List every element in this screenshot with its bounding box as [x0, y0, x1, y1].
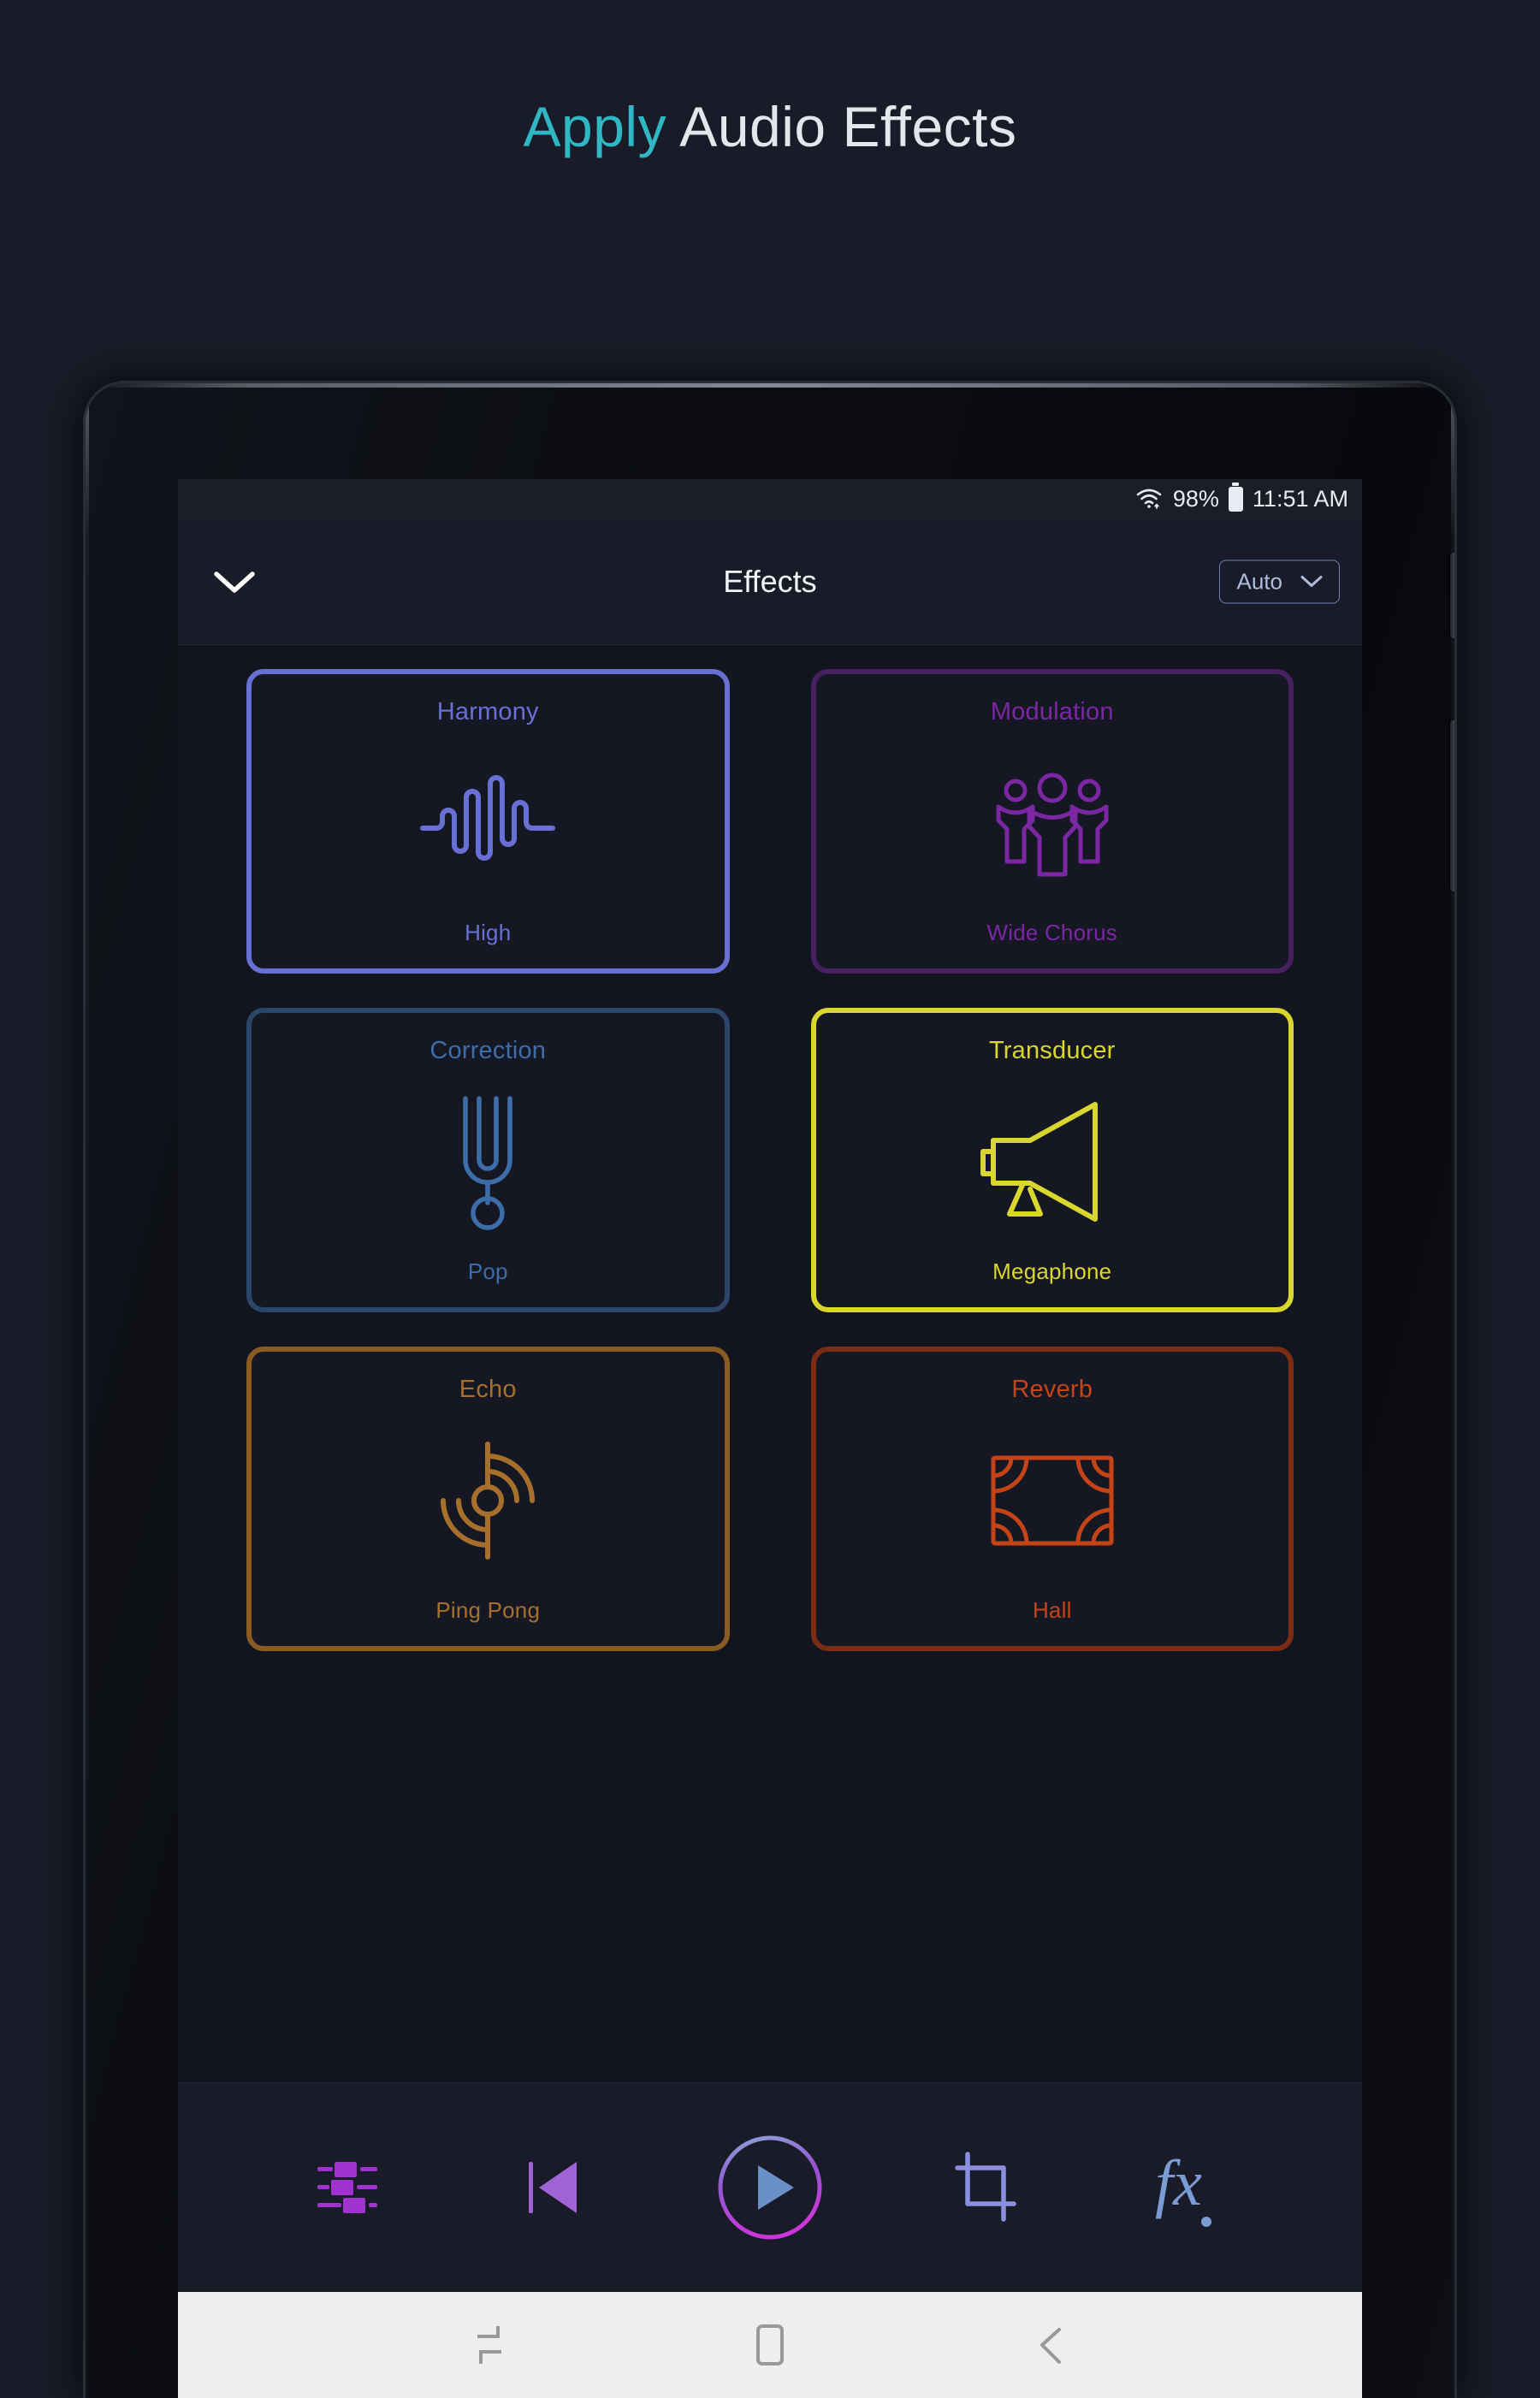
tablet-device: 98% 11:51 AM Effects Auto Harmony High M…	[86, 383, 1454, 2398]
page-title-rest: Audio Effects	[666, 95, 1017, 158]
effect-card-harmony[interactable]: Harmony High	[246, 669, 730, 974]
effect-preset: Hall	[1032, 1597, 1072, 1623]
waveform-icon	[419, 726, 556, 920]
page-title-effects: Effects	[723, 563, 817, 599]
fx-icon: fx	[1155, 2147, 1211, 2227]
page-title: Apply Audio Effects	[0, 94, 1540, 159]
recents-icon	[477, 2326, 501, 2364]
play-icon	[718, 2135, 822, 2240]
effect-preset: Wide Chorus	[986, 920, 1117, 945]
tuning-fork-icon	[447, 1065, 529, 1258]
effect-title: Correction	[429, 1037, 547, 1064]
effect-card-echo[interactable]: Echo Ping Pong	[246, 1347, 730, 1651]
skip-previous-button[interactable]	[506, 2140, 602, 2235]
wifi-icon	[1136, 488, 1162, 509]
fx-button[interactable]: fx	[1145, 2140, 1241, 2235]
effects-grid: Harmony High Modulation Wide Chorus Corr…	[178, 645, 1362, 1651]
page-title-accent: Apply	[523, 95, 667, 158]
crop-button[interactable]	[938, 2140, 1034, 2235]
effect-title: Transducer	[988, 1037, 1116, 1064]
room-hall-icon	[989, 1404, 1116, 1597]
effect-card-transducer[interactable]: Transducer Megaphone	[810, 1008, 1294, 1312]
three-people-icon	[987, 726, 1117, 920]
svg-text:fx: fx	[1155, 2147, 1202, 2219]
recents-button[interactable]	[457, 2312, 522, 2377]
clock-label: 11:51 AM	[1252, 485, 1348, 512]
auto-mode-dropdown[interactable]: Auto	[1218, 560, 1340, 603]
effect-title: Echo	[459, 1376, 517, 1403]
bezel-edge-left	[86, 383, 89, 2398]
android-nav-bar	[178, 2292, 1362, 2398]
effect-preset: Pop	[467, 1258, 508, 1284]
app-header: Effects Auto	[178, 518, 1362, 645]
echo-waves-icon	[423, 1404, 553, 1597]
volume-button[interactable]	[1450, 720, 1454, 891]
status-bar: 98% 11:51 AM	[178, 479, 1362, 518]
effect-preset: Ping Pong	[435, 1597, 541, 1623]
effect-preset: Megaphone	[992, 1258, 1112, 1284]
battery-percent-label: 98%	[1172, 485, 1219, 512]
power-button[interactable]	[1450, 553, 1454, 638]
effect-title: Harmony	[436, 698, 539, 725]
home-square-icon	[756, 2324, 784, 2365]
auto-mode-label: Auto	[1236, 568, 1283, 594]
skip-previous-icon	[529, 2162, 577, 2213]
effect-card-reverb[interactable]: Reverb Hall	[810, 1347, 1294, 1651]
collapse-panel-button[interactable]	[204, 551, 265, 613]
home-button[interactable]	[737, 2312, 803, 2377]
back-button[interactable]	[1018, 2312, 1083, 2377]
effect-card-modulation[interactable]: Modulation Wide Chorus	[810, 669, 1294, 974]
playback-toolbar: fx	[178, 2082, 1362, 2292]
mixer-button[interactable]	[299, 2140, 395, 2235]
play-button[interactable]	[714, 2131, 826, 2244]
back-arrow-icon	[1040, 2328, 1061, 2364]
crop-icon	[955, 2152, 1016, 2222]
effect-preset: High	[465, 920, 512, 945]
effect-title: Reverb	[1011, 1376, 1093, 1403]
bezel-edge-right	[1451, 383, 1454, 2398]
mixer-sliders-icon	[317, 2162, 377, 2213]
megaphone-icon	[979, 1065, 1126, 1258]
chevron-down-icon	[214, 571, 255, 593]
effect-title: Modulation	[990, 698, 1114, 725]
tablet-screen: 98% 11:51 AM Effects Auto Harmony High M…	[178, 479, 1362, 2398]
effect-card-correction[interactable]: Correction Pop	[246, 1008, 730, 1312]
battery-icon	[1228, 486, 1243, 512]
chevron-down-icon	[1300, 576, 1323, 587]
